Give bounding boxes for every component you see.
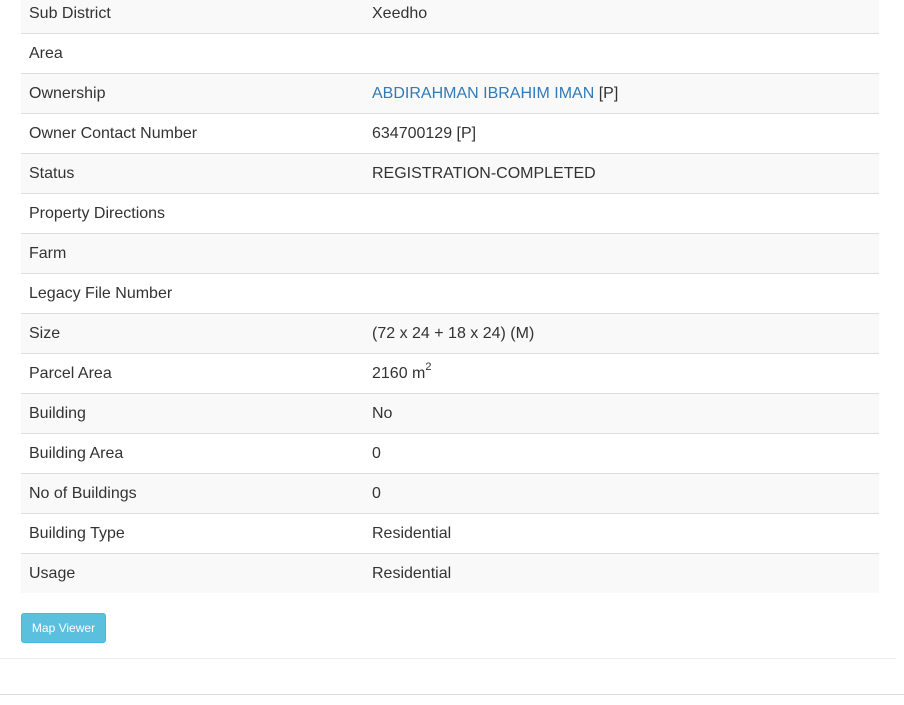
row-value: Xeedho bbox=[364, 0, 879, 34]
table-row-status: Status REGISTRATION-COMPLETED bbox=[21, 153, 879, 194]
row-value: 0 bbox=[364, 433, 879, 474]
row-label: Owner Contact Number bbox=[21, 113, 364, 154]
table-row-building-area: Building Area 0 bbox=[21, 433, 879, 474]
table-row-no-of-buildings: No of Buildings 0 bbox=[21, 473, 879, 514]
row-value: REGISTRATION-COMPLETED bbox=[364, 153, 879, 194]
row-value bbox=[364, 193, 879, 234]
table-row-building-type: Building Type Residential bbox=[21, 513, 879, 554]
row-value: 0 bbox=[364, 473, 879, 514]
row-label: Usage bbox=[21, 553, 364, 593]
table-row-parcel-area: Parcel Area 2160 m2 bbox=[21, 353, 879, 394]
row-value: (72 x 24 + 18 x 24) (M) bbox=[364, 313, 879, 354]
row-label: Status bbox=[21, 153, 364, 194]
table-row-size: Size (72 x 24 + 18 x 24) (M) bbox=[21, 313, 879, 354]
owner-type-suffix: [P] bbox=[594, 84, 619, 102]
table-row-property-directions: Property Directions bbox=[21, 193, 879, 234]
row-value bbox=[364, 273, 879, 314]
owner-name-link[interactable]: ABDIRAHMAN IBRAHIM IMAN bbox=[372, 85, 594, 102]
row-label: Parcel Area bbox=[21, 353, 364, 394]
row-label: Property Directions bbox=[21, 193, 364, 234]
table-row-sub-district: Sub District Xeedho bbox=[21, 0, 879, 34]
row-value: Residential bbox=[364, 513, 879, 554]
property-details-table: Sub District Xeedho Area Ownership ABDIR… bbox=[21, 0, 879, 593]
table-row-farm: Farm bbox=[21, 233, 879, 274]
row-label: Area bbox=[21, 33, 364, 74]
row-value: 634700129 [P] bbox=[364, 113, 879, 154]
row-value: ABDIRAHMAN IBRAHIM IMAN [P] bbox=[364, 73, 879, 114]
page-divider bbox=[0, 694, 904, 695]
row-value: 2160 m2 bbox=[364, 353, 879, 394]
panel-edge bbox=[896, 0, 904, 658]
map-viewer-button[interactable]: Map Viewer bbox=[21, 613, 106, 643]
row-value bbox=[364, 33, 879, 74]
row-label: Ownership bbox=[21, 73, 364, 114]
row-label: No of Buildings bbox=[21, 473, 364, 514]
row-label: Building Area bbox=[21, 433, 364, 474]
row-label: Sub District bbox=[21, 0, 364, 34]
row-label: Farm bbox=[21, 233, 364, 274]
row-value: No bbox=[364, 393, 879, 434]
row-label: Building Type bbox=[21, 513, 364, 554]
table-row-usage: Usage Residential bbox=[21, 553, 879, 593]
table-row-legacy-file-number: Legacy File Number bbox=[21, 273, 879, 314]
table-row-area: Area bbox=[21, 33, 879, 74]
row-label: Size bbox=[21, 313, 364, 354]
row-label: Legacy File Number bbox=[21, 273, 364, 314]
row-value: Residential bbox=[364, 553, 879, 593]
table-row-building: Building No bbox=[21, 393, 879, 434]
table-row-owner-contact: Owner Contact Number 634700129 [P] bbox=[21, 113, 879, 154]
property-details-panel: Sub District Xeedho Area Ownership ABDIR… bbox=[0, 0, 896, 659]
row-label: Building bbox=[21, 393, 364, 434]
parcel-area-value: 2160 m bbox=[372, 364, 426, 382]
unit-exponent: 2 bbox=[425, 361, 432, 374]
table-row-ownership: Ownership ABDIRAHMAN IBRAHIM IMAN [P] bbox=[21, 73, 879, 114]
row-value bbox=[364, 233, 879, 274]
